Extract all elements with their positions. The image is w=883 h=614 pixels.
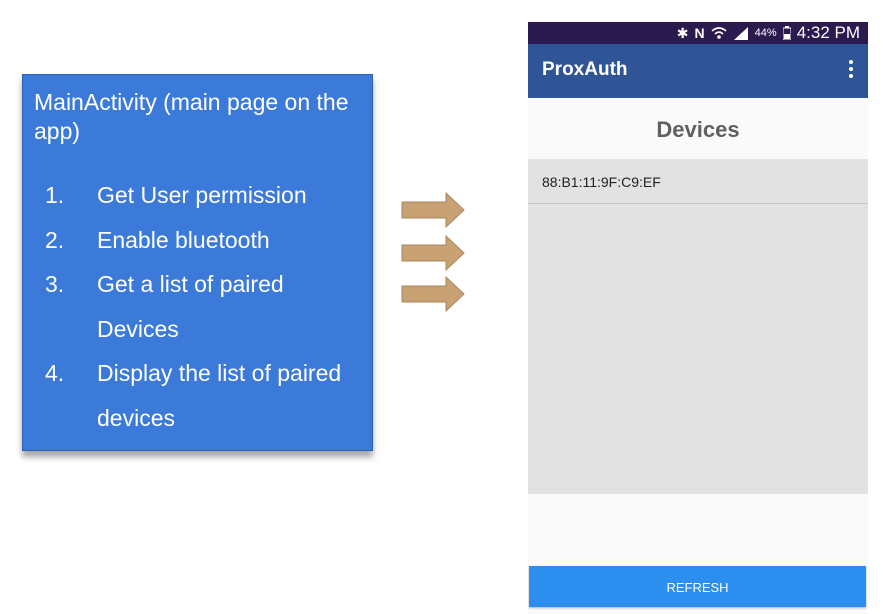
signal-icon: [733, 27, 748, 40]
step-number: 1.: [45, 182, 65, 208]
right-arrow-icon: [401, 275, 465, 313]
bluetooth-icon: ✱: [676, 24, 689, 41]
section-title: Devices: [656, 117, 740, 142]
more-vert-icon[interactable]: [848, 60, 854, 80]
right-arrow-icon: [401, 191, 465, 229]
step-item: 1. Get User permission: [23, 173, 374, 218]
step-item: 4. Display the list of paired devices: [23, 351, 374, 440]
nfc-icon: N: [694, 25, 705, 41]
step-number: 2.: [45, 226, 65, 253]
arrow-group: [400, 190, 470, 320]
battery-icon: [782, 26, 791, 40]
steps-list: 1. Get User permission 2. Enable bluetoo…: [23, 173, 374, 440]
description-card: MainActivity (main page on the app) 1. G…: [22, 74, 373, 451]
app-title: ProxAuth: [542, 59, 628, 80]
step-text: Display the list of paired devices: [97, 360, 342, 431]
step-number: 3.: [45, 271, 65, 297]
status-bar: ✱ N 44% 4:32 PM: [528, 22, 868, 44]
step-item: 3. Get a list of paired Devices: [23, 262, 374, 351]
clock-time: 4:32 PM: [796, 23, 860, 42]
step-number: 4.: [45, 360, 65, 386]
step-text: Get a list of paired Devices: [97, 271, 284, 342]
right-arrow-icon: [401, 234, 465, 272]
device-list: 88:B1:11:9F:C9:EF: [528, 159, 868, 494]
app-bar: ProxAuth: [528, 44, 868, 98]
device-list-item[interactable]: 88:B1:11:9F:C9:EF: [528, 159, 868, 204]
step-item: 2. Enable bluetooth: [23, 218, 374, 263]
refresh-button[interactable]: REFRESH: [529, 566, 866, 607]
step-text: Get User permission: [97, 182, 307, 208]
card-title: MainActivity (main page on the app): [34, 89, 349, 144]
wifi-icon: [711, 27, 727, 39]
step-text: Enable bluetooth: [97, 226, 270, 253]
battery-percent: 44%: [754, 27, 777, 39]
phone-screen: ✱ N 44% 4:32 PM ProxAuth Devices 88:B1:1…: [528, 22, 868, 614]
